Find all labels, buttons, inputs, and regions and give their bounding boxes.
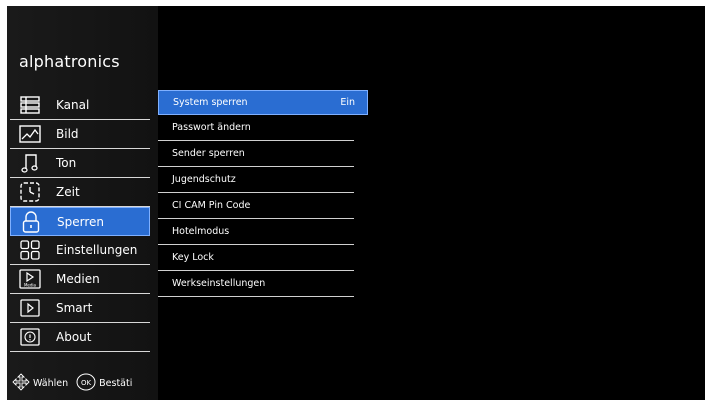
submenu-item-system-sperren[interactable]: System sperren Ein [158, 90, 368, 115]
main-menu: Kanal Bild Ton Zeit Sperren Einstellunge… [7, 91, 152, 352]
menu-label-medien: Medien [56, 272, 100, 286]
menu-item-zeit[interactable]: Zeit [10, 178, 150, 207]
menu-item-bild[interactable]: Bild [10, 120, 150, 149]
submenu-item-werkseinstellungen[interactable]: Werkseinstellungen [158, 271, 354, 297]
menu-item-einstellungen[interactable]: Einstellungen [10, 236, 150, 265]
submenu-item-passwort-aendern[interactable]: Passwort ändern [158, 115, 354, 141]
channel-list-icon [19, 95, 41, 115]
time-icon [19, 182, 41, 202]
menu-item-kanal[interactable]: Kanal [10, 91, 150, 120]
menu-label-ton: Ton [56, 156, 77, 170]
smart-icon [19, 298, 41, 318]
lock-icon [20, 210, 42, 233]
sound-icon [19, 153, 41, 173]
confirm-hint-label: Bestäti [99, 377, 133, 389]
ok-button-icon: OK [76, 373, 99, 394]
submenu-value: Ein [340, 97, 355, 108]
submenu-label: Sender sperren [172, 148, 245, 159]
select-hint: Wählen [12, 372, 69, 394]
svg-text:OK: OK [81, 379, 92, 387]
submenu-item-sender-sperren[interactable]: Sender sperren [158, 141, 354, 167]
submenu-label: Passwort ändern [172, 122, 251, 133]
key-hints-footer: Wählen OK Bestäti [12, 372, 162, 394]
menu-item-about[interactable]: About [10, 323, 150, 352]
submenu-list: System sperren Ein Passwort ändern Sende… [158, 90, 368, 297]
select-hint-label: Wählen [33, 377, 69, 389]
media-icon: Media [19, 269, 41, 289]
tv-screen: alphatronics Kanal Bild Ton Zeit Sperren… [7, 6, 705, 400]
picture-icon [19, 124, 41, 144]
svg-text:Media: Media [24, 283, 37, 288]
submenu-label: Key Lock [172, 252, 214, 263]
menu-label-kanal: Kanal [56, 98, 90, 112]
main-menu-sidebar: alphatronics Kanal Bild Ton Zeit Sperren… [7, 6, 159, 400]
lock-submenu: System sperren Ein Passwort ändern Sende… [158, 6, 368, 400]
menu-label-about: About [56, 330, 92, 344]
about-icon [19, 327, 41, 347]
submenu-label: Werkseinstellungen [172, 278, 266, 289]
menu-label-einstellungen: Einstellungen [56, 243, 138, 257]
submenu-item-hotelmodus[interactable]: Hotelmodus [158, 219, 354, 245]
brand-logo-text: alphatronics [19, 52, 120, 71]
confirm-hint: OK Bestäti [76, 373, 132, 394]
menu-item-smart[interactable]: Smart [10, 294, 150, 323]
submenu-label: CI CAM Pin Code [172, 200, 251, 211]
settings-grid-icon [19, 240, 41, 260]
menu-item-ton[interactable]: Ton [10, 149, 150, 178]
menu-label-sperren: Sperren [57, 214, 104, 229]
menu-label-bild: Bild [56, 127, 79, 141]
menu-item-sperren[interactable]: Sperren [10, 207, 150, 236]
menu-item-medien[interactable]: Media Medien [10, 265, 150, 294]
menu-label-smart: Smart [56, 301, 93, 315]
submenu-item-ci-cam-pin-code[interactable]: CI CAM Pin Code [158, 193, 354, 219]
submenu-label: System sperren [173, 97, 248, 108]
submenu-label: Hotelmodus [172, 226, 230, 237]
submenu-item-jugendschutz[interactable]: Jugendschutz [158, 167, 354, 193]
submenu-label: Jugendschutz [172, 174, 236, 185]
submenu-item-key-lock[interactable]: Key Lock [158, 245, 354, 271]
dpad-arrows-icon [12, 372, 33, 394]
menu-label-zeit: Zeit [56, 185, 80, 199]
